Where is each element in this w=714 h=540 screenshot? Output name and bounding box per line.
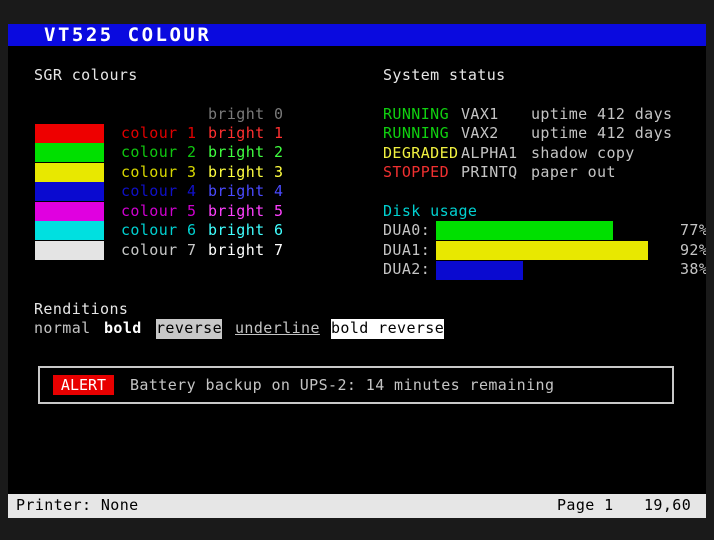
status-host-alpha1: ALPHA1 bbox=[461, 144, 518, 162]
renditions-heading: Renditions bbox=[34, 300, 129, 318]
disk-percent-dua0: 77% bbox=[680, 221, 706, 239]
rendition-underline: underline bbox=[235, 319, 320, 337]
page-indicator: Page 1 bbox=[557, 496, 614, 514]
rendition-normal: normal bbox=[34, 319, 91, 337]
alert-label: ALERT bbox=[53, 375, 114, 395]
disk-usage-bar-dua2 bbox=[436, 261, 523, 280]
bright-4-label: bright 4 bbox=[208, 182, 284, 200]
disk-percent-dua2: 38% bbox=[680, 260, 706, 278]
bright-2-label: bright 2 bbox=[208, 143, 284, 161]
cursor-position: 19,60 bbox=[644, 496, 692, 514]
colour-5-label: colour 5 bbox=[121, 202, 197, 220]
status-detail-printq: paper out bbox=[531, 163, 616, 181]
system-status-heading: System status bbox=[383, 66, 506, 84]
disk-usage-heading: Disk usage bbox=[383, 202, 478, 220]
status-state-printq: STOPPED bbox=[383, 163, 450, 181]
status-detail-vax1: uptime 412 days bbox=[531, 105, 673, 123]
status-detail-alpha1: shadow copy bbox=[531, 144, 635, 162]
rendition-reverse: reverse bbox=[156, 319, 223, 339]
disk-name-dua2: DUA2: bbox=[383, 260, 431, 278]
colour-swatch-4 bbox=[35, 182, 104, 201]
colour-1-label: colour 1 bbox=[121, 124, 197, 142]
title-bar: VT525 COLOUR bbox=[8, 24, 706, 46]
colour-7-label: colour 7 bbox=[121, 241, 197, 259]
disk-name-dua0: DUA0: bbox=[383, 221, 431, 239]
bright-6-label: bright 6 bbox=[208, 221, 284, 239]
rendition-bold-reverse: bold reverse bbox=[331, 319, 445, 339]
status-host-vax1: VAX1 bbox=[461, 105, 499, 123]
status-state-alpha1: DEGRADED bbox=[383, 144, 459, 162]
disk-usage-bar-dua1 bbox=[436, 241, 648, 260]
sgr-heading: SGR colours bbox=[34, 66, 138, 84]
terminal-screen: VT525 COLOUR SGR colours bright 0 colour… bbox=[8, 24, 706, 518]
status-state-vax2: RUNNING bbox=[383, 124, 450, 142]
alert-message: Battery backup on UPS-2: 14 minutes rema… bbox=[130, 376, 555, 394]
printer-status: Printer: None bbox=[16, 496, 139, 514]
colour-swatch-2 bbox=[35, 143, 104, 162]
colour-3-label: colour 3 bbox=[121, 163, 197, 181]
disk-percent-dua1: 92% bbox=[680, 241, 706, 259]
status-state-vax1: RUNNING bbox=[383, 105, 450, 123]
disk-name-dua1: DUA1: bbox=[383, 241, 431, 259]
bright-0-label: bright 0 bbox=[208, 105, 284, 123]
bright-3-label: bright 3 bbox=[208, 163, 284, 181]
colour-swatch-7 bbox=[35, 241, 104, 260]
disk-usage-bar-dua0 bbox=[436, 221, 613, 240]
colour-swatch-3 bbox=[35, 163, 104, 182]
window-title: VT525 COLOUR bbox=[44, 24, 212, 46]
rendition-bold: bold bbox=[104, 319, 142, 337]
status-host-printq: PRINTQ bbox=[461, 163, 518, 181]
colour-6-label: colour 6 bbox=[121, 221, 197, 239]
colour-swatch-5 bbox=[35, 202, 104, 221]
colour-4-label: colour 4 bbox=[121, 182, 197, 200]
bright-7-label: bright 7 bbox=[208, 241, 284, 259]
status-host-vax2: VAX2 bbox=[461, 124, 499, 142]
colour-2-label: colour 2 bbox=[121, 143, 197, 161]
bright-1-label: bright 1 bbox=[208, 124, 284, 142]
alert-box: ALERT Battery backup on UPS-2: 14 minute… bbox=[38, 366, 674, 404]
status-detail-vax2: uptime 412 days bbox=[531, 124, 673, 142]
bright-5-label: bright 5 bbox=[208, 202, 284, 220]
status-bar: Printer: None Page 1 19,60 bbox=[8, 494, 706, 518]
colour-swatch-1 bbox=[35, 124, 104, 143]
colour-swatch-6 bbox=[35, 221, 104, 240]
